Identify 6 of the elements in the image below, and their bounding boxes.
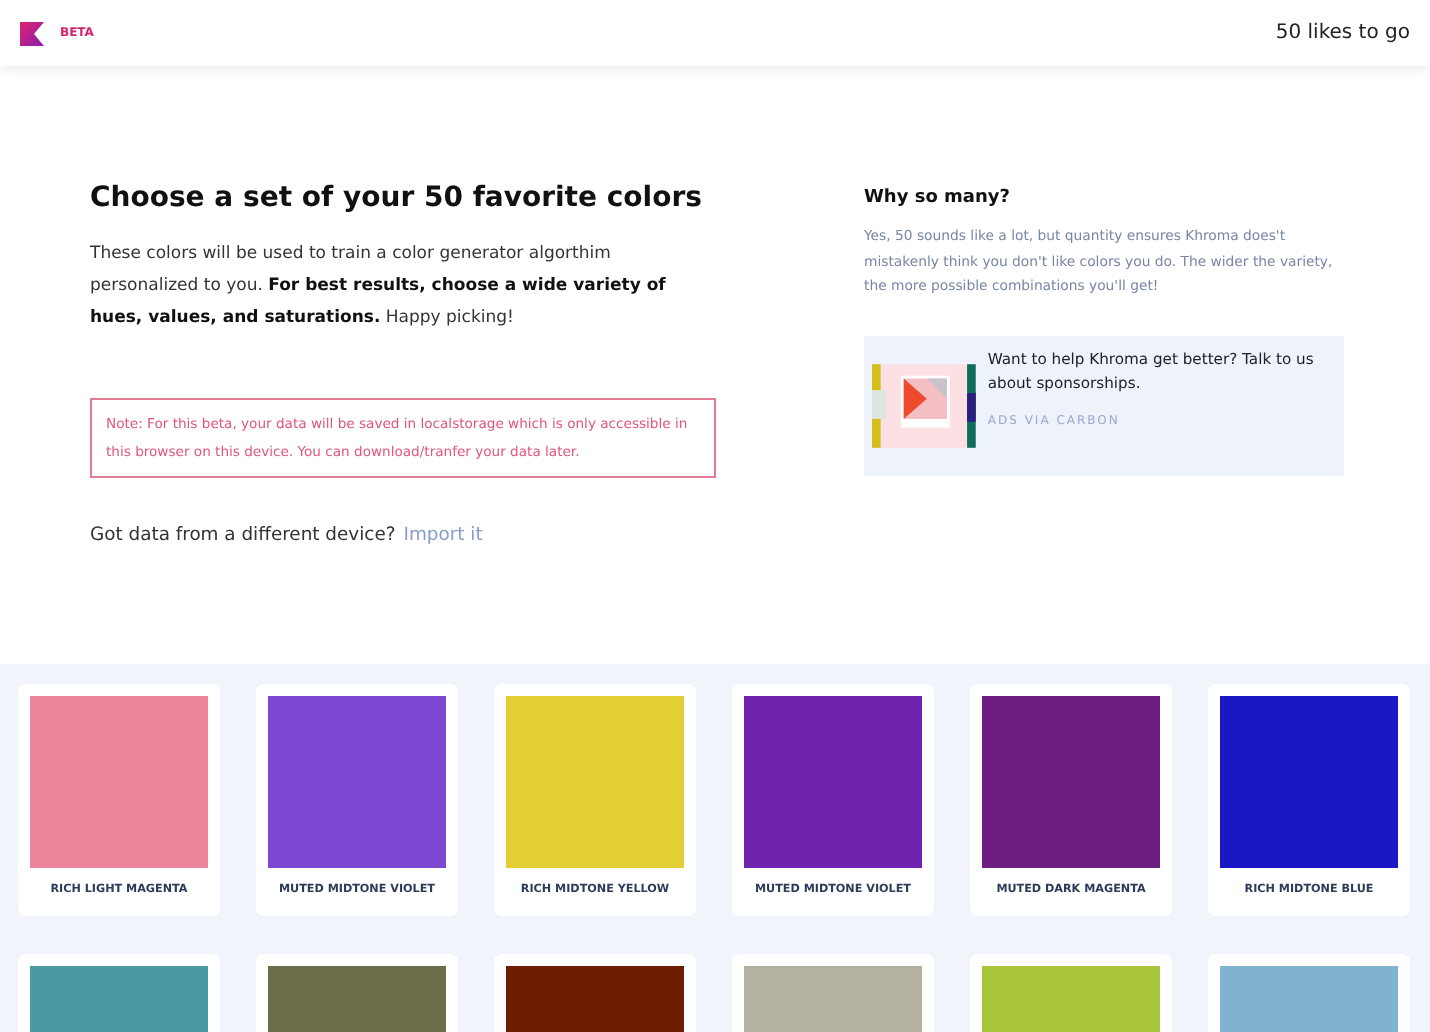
logo-icon (20, 21, 44, 45)
page-title: Choose a set of your 50 favorite colors (90, 182, 704, 214)
likes-counter: 50 likes to go (1275, 22, 1410, 44)
aside-title: Why so many? (864, 188, 1012, 208)
import-prompt: Got data from a different device? (90, 524, 396, 546)
intro-text: These colors will be used to train a color generator algorthim personalized to you. For best results, choose a wide variety of hues, values, and saturations. Happy picking! (90, 242, 668, 332)
